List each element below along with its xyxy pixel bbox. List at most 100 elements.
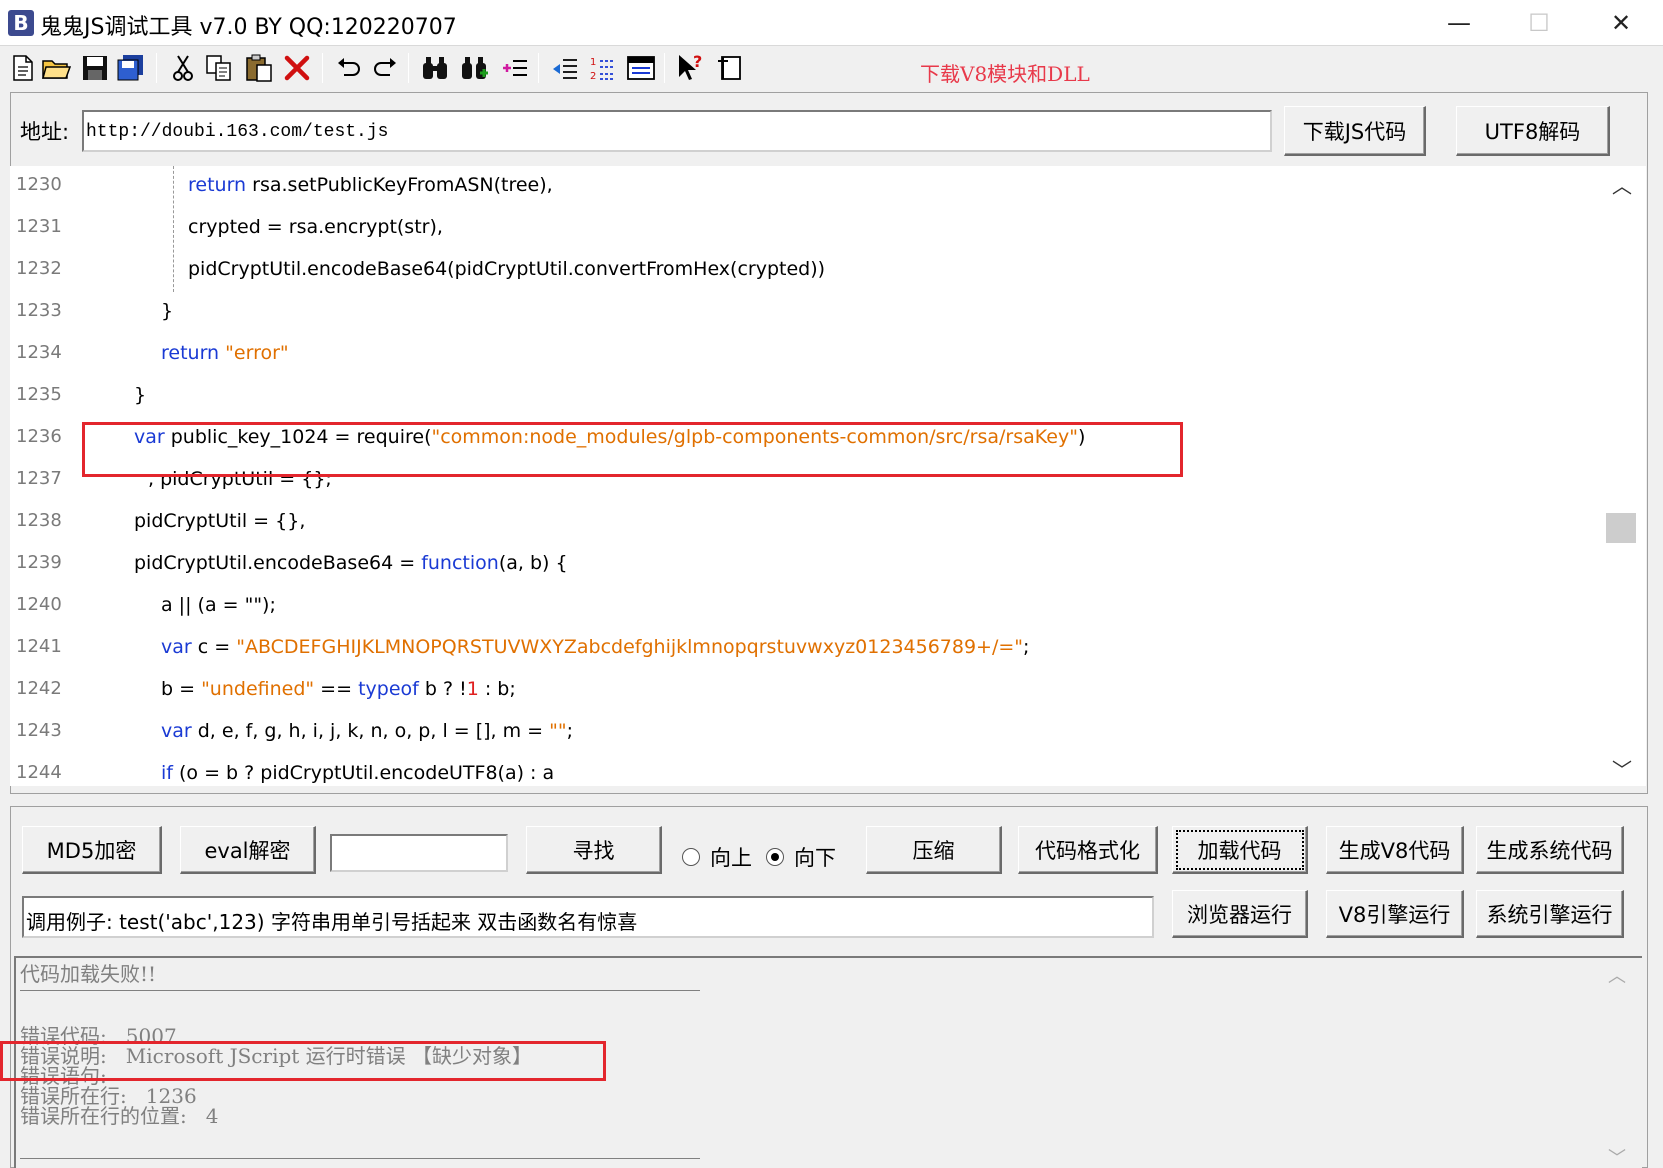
address-input[interactable]: http://doubi.163.com/test.js: [82, 110, 1272, 152]
indent-icon[interactable]: [550, 53, 580, 83]
gen-system-code-button[interactable]: 生成系统代码: [1476, 826, 1624, 874]
svg-text:1: 1: [590, 57, 596, 68]
code-scrollbar[interactable]: ︿ ﹀: [1600, 166, 1644, 786]
md5-encrypt-button[interactable]: MD5加密: [22, 826, 162, 874]
radio-down-label: 向下: [794, 846, 836, 870]
save-icon[interactable]: [80, 53, 110, 83]
line-number: 1230: [16, 174, 62, 195]
copy-icon[interactable]: [204, 53, 234, 83]
maximize-button[interactable]: ☐: [1500, 0, 1578, 46]
code-text: , pidCryptUtil = {};: [148, 468, 332, 490]
title-bar: B 鬼鬼JS调试工具 v7.0 BY QQ:120220707 — ☐ ✕: [0, 0, 1663, 46]
scroll-down-icon[interactable]: ﹀: [1608, 1144, 1626, 1168]
line-number: 1235: [16, 384, 62, 405]
scroll-up-icon[interactable]: ︿: [1608, 962, 1626, 988]
code-line: 1244 if (o = b ? pidCryptUtil.encodeUTF8…: [16, 762, 555, 784]
output-divider: [20, 990, 700, 991]
code-line: 1234 return "error": [16, 342, 289, 364]
line-number: 1239: [16, 552, 62, 573]
minimize-button[interactable]: —: [1420, 0, 1498, 46]
new-file-icon[interactable]: [8, 53, 38, 83]
load-code-button[interactable]: 加载代码: [1172, 826, 1308, 874]
radio-up-label: 向上: [710, 846, 752, 870]
address-label: 地址:: [20, 120, 70, 144]
code-text: pidCryptUtil = {},: [134, 510, 306, 532]
scroll-thumb[interactable]: [1606, 513, 1636, 543]
close-button[interactable]: ✕: [1582, 0, 1660, 46]
search-input[interactable]: [330, 834, 508, 872]
line-number: 1241: [16, 636, 62, 657]
help-cursor-icon[interactable]: ?: [676, 53, 706, 83]
code-text: }: [134, 384, 147, 406]
gen-v8-code-button[interactable]: 生成V8代码: [1326, 826, 1464, 874]
system-engine-run-button[interactable]: 系统引擎运行: [1476, 890, 1624, 938]
code-text: crypted = rsa.encrypt(str),: [188, 216, 443, 238]
compress-button[interactable]: 压缩: [866, 826, 1002, 874]
delete-icon[interactable]: [282, 53, 312, 83]
code-text: a || (a = "");: [161, 594, 276, 616]
radio-up-circle[interactable]: [682, 848, 700, 866]
example-input[interactable]: 调用例子: test('abc',123) 字符串用单引号括起来 双击函数名有惊…: [22, 896, 1154, 938]
browser-run-button[interactable]: 浏览器运行: [1172, 890, 1308, 938]
code-line: 1231 crypted = rsa.encrypt(str),: [10, 208, 1600, 250]
radio-down-circle[interactable]: [766, 848, 784, 866]
app-logo-icon: B: [8, 10, 34, 36]
output-divider: [20, 1158, 700, 1159]
line-number: 1243: [16, 720, 62, 741]
svg-text:?: ?: [693, 53, 702, 71]
code-line: 1233 }: [10, 292, 1600, 334]
redo-icon[interactable]: [370, 53, 400, 83]
code-line: 1242 b = "undefined" == typeof b ? !1 : …: [16, 678, 516, 700]
code-editor[interactable]: 1230 return rsa.setPublicKeyFromASN(tree…: [10, 166, 1646, 786]
line-number: 1244: [16, 762, 62, 783]
svg-text:2: 2: [590, 71, 596, 81]
cut-icon[interactable]: [168, 53, 198, 83]
open-folder-icon[interactable]: [42, 53, 72, 83]
window-icon[interactable]: [626, 53, 656, 83]
code-line: 1238 pidCryptUtil = {},: [10, 502, 1600, 544]
paste-icon[interactable]: [244, 53, 274, 83]
code-line: 1243 var d, e, f, g, h, i, j, k, n, o, p…: [16, 720, 574, 742]
line-number: 1238: [16, 510, 62, 531]
line-number: 1234: [16, 342, 62, 363]
code-line: 1241 var c = "ABCDEFGHIJKLMNOPQRSTUVWXYZ…: [16, 636, 1030, 658]
window-title: 鬼鬼JS调试工具 v7.0 BY QQ:120220707: [40, 15, 457, 40]
eval-decrypt-button[interactable]: eval解密: [180, 826, 316, 874]
code-line: 1237 , pidCryptUtil = {};: [10, 460, 1600, 502]
code-line: 1235 }: [10, 376, 1600, 418]
scroll-down-icon[interactable]: ﹀: [1612, 754, 1632, 783]
download-v8-link[interactable]: 下载V8模块和DLL: [920, 58, 1090, 87]
code-line: 1240 a || (a = "");: [10, 586, 1600, 628]
find-button[interactable]: 寻找: [526, 826, 662, 874]
line-number: 1240: [16, 594, 62, 615]
error-pos-line: 错误所在行的位置: 4: [20, 1104, 219, 1128]
numbered-list-icon[interactable]: 12: [588, 53, 618, 83]
format-code-button[interactable]: 代码格式化: [1018, 826, 1158, 874]
radio-up[interactable]: 向上: [682, 842, 752, 872]
code-line: 1236 var public_key_1024 = require("comm…: [16, 426, 1086, 448]
find-next-icon[interactable]: [460, 53, 490, 83]
save-all-icon[interactable]: [116, 53, 146, 83]
output-scrollbar[interactable]: ︿ ﹀: [1596, 958, 1640, 1168]
find-icon[interactable]: [420, 53, 450, 83]
undo-icon[interactable]: [334, 53, 364, 83]
toolbar: 12 ?: [0, 47, 1663, 89]
code-line: 1239 pidCryptUtil.encodeBase64 = functio…: [16, 552, 568, 574]
line-number: 1232: [16, 258, 62, 279]
code-text: pidCryptUtil.encodeBase64(pidCryptUtil.c…: [188, 258, 826, 280]
line-number: 1242: [16, 678, 62, 699]
line-number: 1231: [16, 216, 62, 237]
panel-icon[interactable]: [714, 53, 744, 83]
line-number: 1236: [16, 426, 62, 447]
utf8-decode-button[interactable]: UTF8解码: [1456, 106, 1610, 156]
radio-down[interactable]: 向下: [766, 842, 836, 872]
scroll-up-icon[interactable]: ︿: [1612, 170, 1632, 199]
code-line: 1232 pidCryptUtil.encodeBase64(pidCryptU…: [10, 250, 1600, 292]
download-js-button[interactable]: 下载JS代码: [1284, 106, 1426, 156]
line-number: 1237: [16, 468, 62, 489]
code-line: 1230 return rsa.setPublicKeyFromASN(tree…: [16, 174, 553, 196]
line-number: 1233: [16, 300, 62, 321]
code-text: }: [161, 300, 174, 322]
list-icon[interactable]: [500, 53, 530, 83]
v8-engine-run-button[interactable]: V8引擎运行: [1326, 890, 1464, 938]
